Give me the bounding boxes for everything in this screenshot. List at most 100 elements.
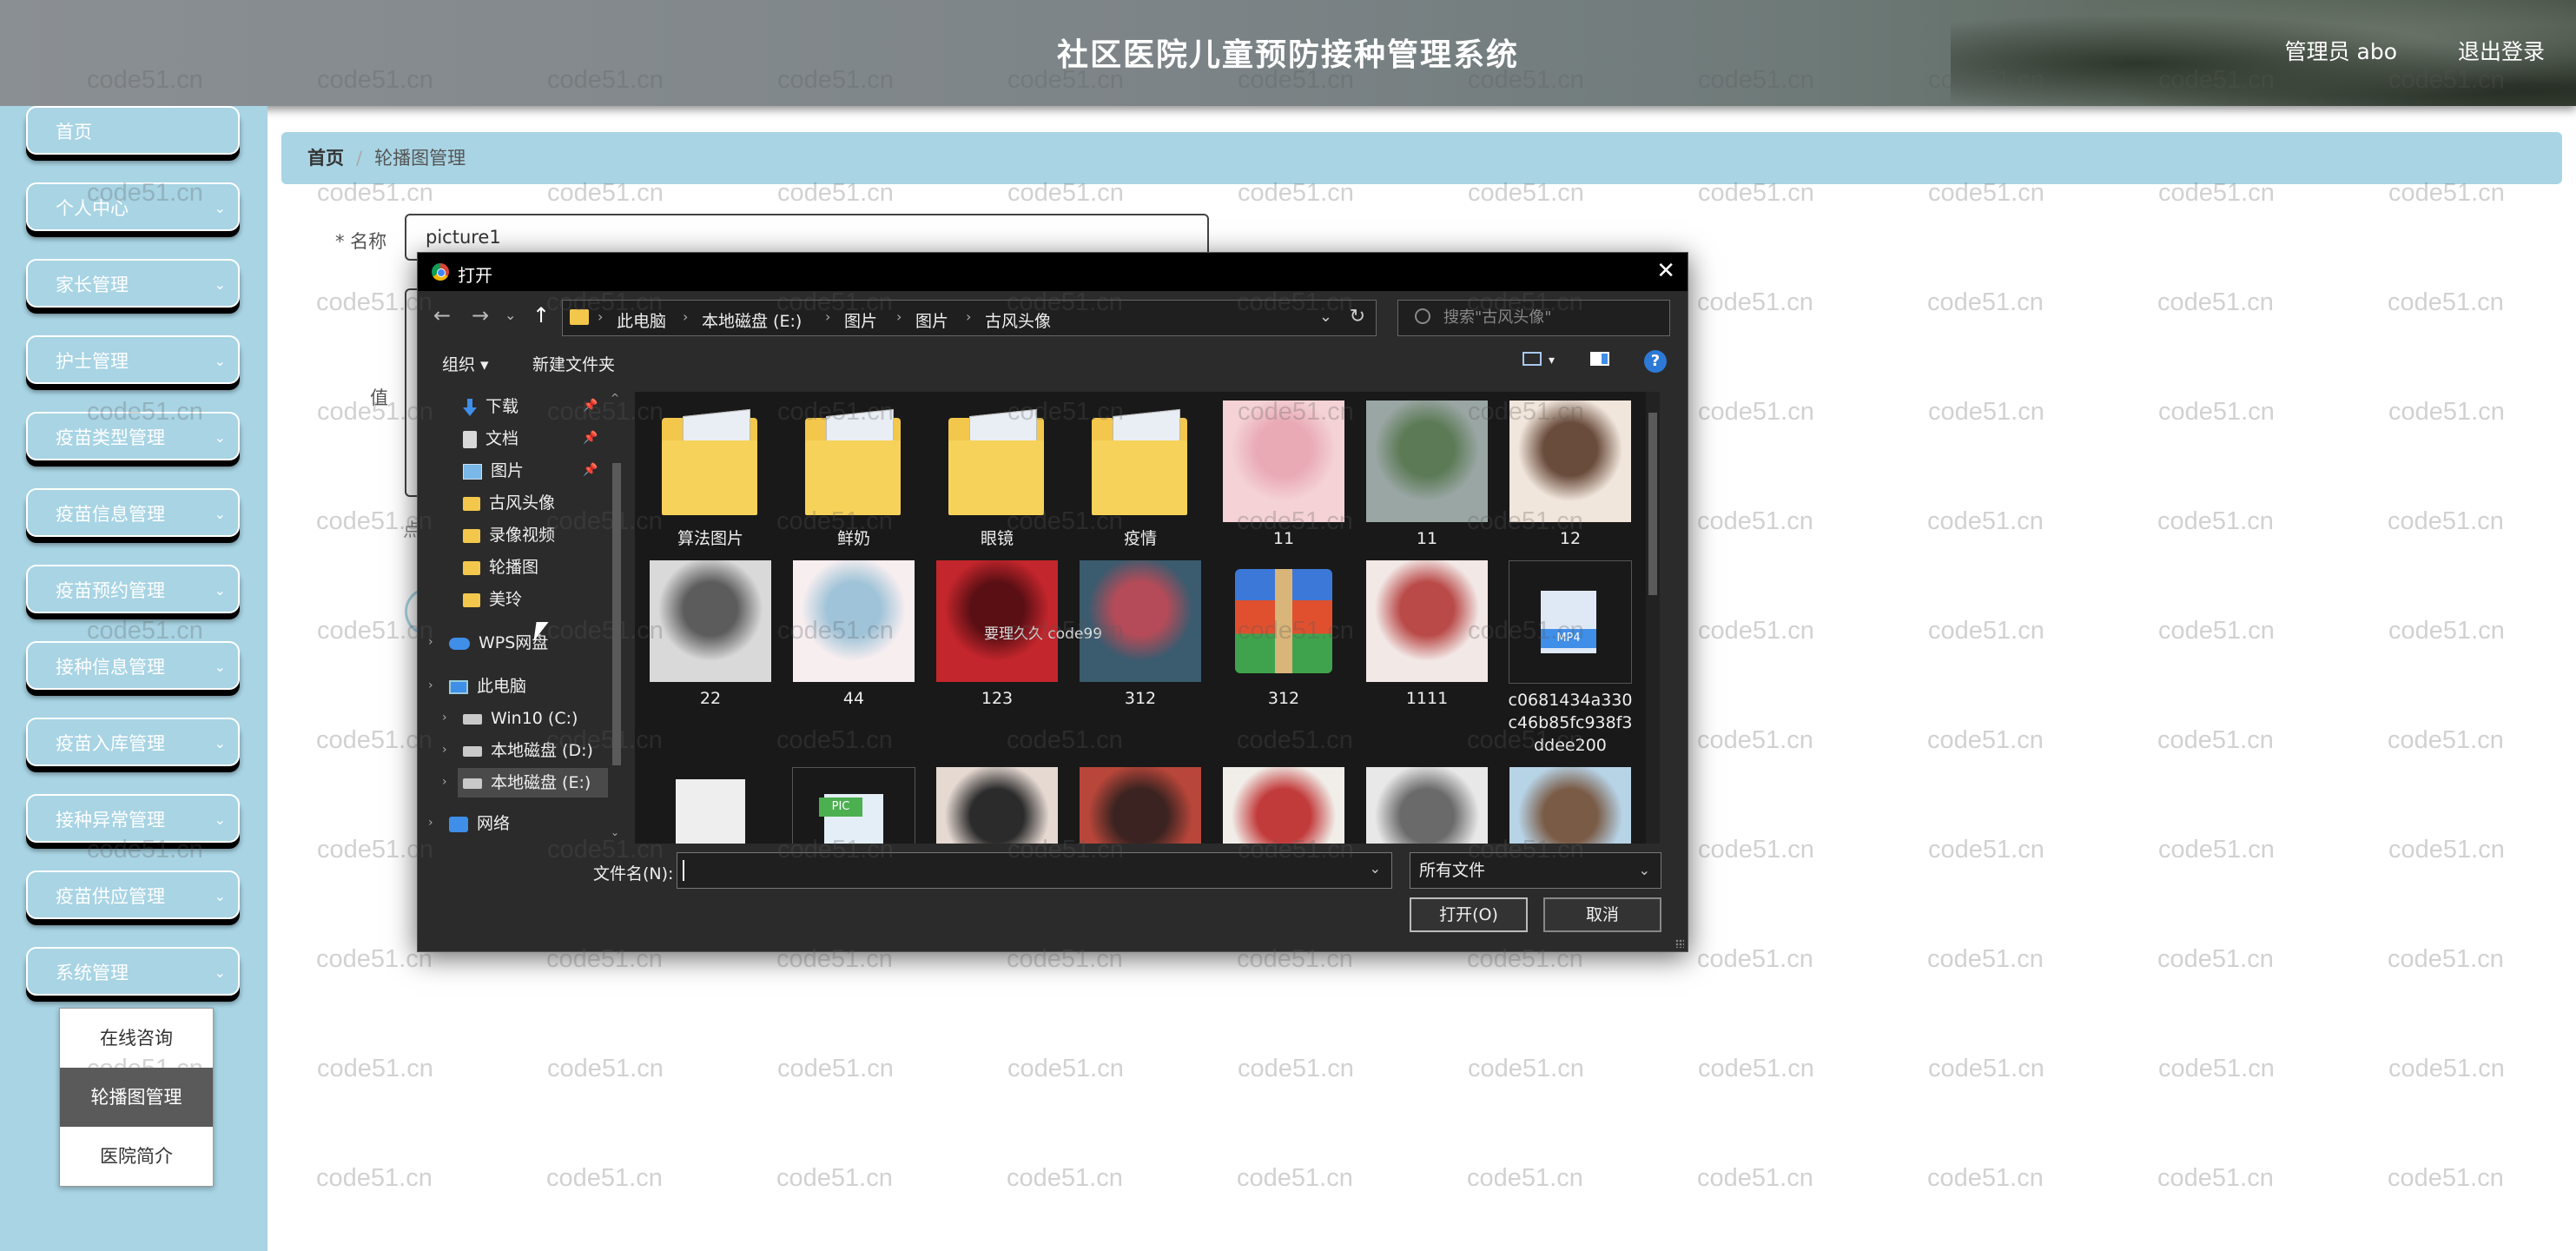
- sidebar-item-vaccination-exception[interactable]: 接种异常管理 ⌄: [26, 794, 240, 843]
- sidebar-item-label: 疫苗预约管理: [56, 580, 165, 601]
- file-item[interactable]: [1075, 767, 1205, 844]
- file-grid-scrollbar[interactable]: [1646, 392, 1660, 844]
- file-item[interactable]: [1362, 767, 1492, 844]
- file-item[interactable]: 算法图片: [645, 400, 776, 550]
- sidebar-item-profile[interactable]: 个人中心 ⌄: [26, 182, 240, 231]
- address-bar[interactable]: › 此电脑 › 本地磁盘 (E:) › 图片 › 图片 › 古风头像 ⌄ ↻: [562, 300, 1377, 336]
- up-arrow-icon[interactable]: ↑: [532, 303, 550, 328]
- tree-item[interactable]: 网络: [444, 809, 527, 838]
- file-item[interactable]: [1505, 767, 1635, 844]
- search-input[interactable]: 搜索"古风头像": [1397, 300, 1670, 336]
- expand-chevron-icon[interactable]: ›: [442, 743, 447, 757]
- sidebar-item-vaccination-info[interactable]: 接种信息管理 ⌄: [26, 641, 240, 690]
- folder-icon: [570, 309, 589, 325]
- preview-pane-icon[interactable]: [1590, 352, 1609, 366]
- tree-item[interactable]: 图片: [458, 456, 541, 486]
- address-crumb-current[interactable]: 古风头像: [985, 308, 1051, 332]
- file-item[interactable]: 312: [1219, 560, 1349, 710]
- tree-item[interactable]: 古风头像: [458, 488, 572, 518]
- submenu-item-carousel[interactable]: 轮播图管理: [60, 1068, 213, 1127]
- sidebar-item-vaccine-info[interactable]: 疫苗信息管理 ⌄: [26, 488, 240, 537]
- pin-icon[interactable]: 📌: [583, 399, 598, 413]
- submenu-item-consult[interactable]: 在线咨询: [60, 1009, 213, 1068]
- sidebar-item-parents[interactable]: 家长管理 ⌄: [26, 259, 240, 308]
- dialog-close-button[interactable]: ✕: [1656, 258, 1675, 284]
- file-item[interactable]: [1219, 767, 1349, 844]
- tree-scroll-down-icon[interactable]: ⌄: [611, 826, 619, 838]
- view-mode-icon[interactable]: [1522, 352, 1542, 366]
- file-item[interactable]: 11: [1219, 400, 1349, 550]
- open-button[interactable]: 打开(O): [1410, 897, 1528, 932]
- image-thumbnail: [650, 560, 771, 682]
- tree-item[interactable]: 文档: [458, 424, 536, 453]
- sidebar-item-vaccine-types[interactable]: 疫苗类型管理 ⌄: [26, 412, 240, 460]
- organize-menu[interactable]: 组织 ▾: [442, 352, 489, 375]
- sidebar-item-system[interactable]: 系统管理 ⌄: [26, 947, 240, 996]
- file-item[interactable]: 疫情: [1075, 400, 1205, 550]
- file-item[interactable]: MP4 c0681434a330c46b85fc938f3ddee200: [1505, 560, 1635, 757]
- tree-scrollbar[interactable]: [611, 406, 623, 835]
- expand-chevron-icon[interactable]: ›: [428, 816, 433, 830]
- tree-item[interactable]: 本地磁盘 (E:): [458, 768, 609, 798]
- file-item[interactable]: [645, 767, 776, 844]
- forward-arrow-icon[interactable]: →: [472, 303, 489, 328]
- new-folder-button[interactable]: 新建文件夹: [532, 352, 615, 375]
- tree-item[interactable]: 轮播图: [458, 553, 556, 582]
- file-item[interactable]: 11: [1362, 400, 1492, 550]
- tree-item[interactable]: 美玲: [458, 585, 539, 614]
- file-item[interactable]: 1111: [1362, 560, 1492, 710]
- file-item[interactable]: PIC: [789, 767, 919, 844]
- file-item[interactable]: 22: [645, 560, 776, 710]
- pin-icon[interactable]: 📌: [583, 431, 598, 445]
- filename-input[interactable]: ⌄: [677, 852, 1392, 889]
- filetype-select[interactable]: 所有文件 ⌄: [1410, 852, 1661, 889]
- file-item[interactable]: 鲜奶: [789, 400, 919, 550]
- address-crumb-pictures-sub[interactable]: 图片: [915, 308, 948, 332]
- tree-item[interactable]: 此电脑: [444, 672, 544, 701]
- logout-link[interactable]: 退出登录: [2458, 35, 2545, 66]
- tree-item[interactable]: 本地磁盘 (D:): [458, 736, 611, 765]
- back-arrow-icon[interactable]: ←: [433, 303, 451, 328]
- tree-scroll-thumb[interactable]: [612, 463, 621, 765]
- address-crumb-drive[interactable]: 本地磁盘 (E:): [702, 308, 802, 332]
- pin-icon[interactable]: 📌: [583, 463, 598, 477]
- tree-item[interactable]: WPS网盘: [444, 628, 565, 658]
- breadcrumb-home[interactable]: 首页: [307, 148, 344, 169]
- file-grid-scroll-thumb[interactable]: [1648, 413, 1657, 595]
- sidebar-item-vaccine-supply[interactable]: 疫苗供应管理 ⌄: [26, 870, 240, 919]
- address-dropdown-icon[interactable]: ⌄: [1319, 308, 1332, 326]
- expand-chevron-icon[interactable]: ›: [442, 775, 447, 789]
- cancel-button[interactable]: 取消: [1543, 897, 1661, 932]
- file-item[interactable]: [932, 767, 1062, 844]
- recent-locations-icon[interactable]: ⌄: [505, 307, 516, 323]
- submenu-item-hospital-intro[interactable]: 医院简介: [60, 1127, 213, 1186]
- image-thumbnail: [936, 767, 1058, 844]
- address-crumb-pc[interactable]: 此电脑: [617, 308, 666, 332]
- view-menu-dropdown[interactable]: ▾: [1549, 354, 1555, 367]
- address-separator: ›: [825, 308, 831, 325]
- value-label: 值: [370, 387, 388, 408]
- sidebar-item-nurses[interactable]: 护士管理 ⌄: [26, 335, 240, 384]
- file-item[interactable]: 44: [789, 560, 919, 710]
- tree-item[interactable]: Win10 (C:): [458, 704, 595, 733]
- sidebar-item-vaccine-booking[interactable]: 疫苗预约管理 ⌄: [26, 565, 240, 613]
- expand-chevron-icon[interactable]: ›: [428, 635, 433, 649]
- sidebar-item-home[interactable]: 首页: [26, 106, 240, 155]
- resize-grip-icon[interactable]: [1675, 939, 1684, 948]
- refresh-icon[interactable]: ↻: [1350, 306, 1365, 328]
- filename-history-dropdown-icon[interactable]: ⌄: [1370, 860, 1381, 877]
- sidebar-item-vaccine-stock[interactable]: 疫苗入库管理 ⌄: [26, 718, 240, 766]
- tree-item-label: 录像视频: [489, 526, 556, 545]
- file-item[interactable]: 眼镜: [932, 400, 1062, 550]
- expand-chevron-icon[interactable]: ›: [428, 678, 433, 692]
- tree-item[interactable]: 录像视频: [458, 520, 572, 550]
- watermark-text: code51.cn: [317, 1055, 433, 1082]
- address-crumb-pictures[interactable]: 图片: [844, 308, 877, 332]
- chevron-down-icon: ⌄: [214, 582, 226, 599]
- watermark-text: code51.cn: [1698, 398, 1814, 426]
- tree-item[interactable]: 下载: [458, 392, 536, 421]
- expand-chevron-icon[interactable]: ›: [442, 711, 447, 725]
- tree-scroll-up-icon[interactable]: ^: [611, 392, 619, 404]
- help-icon[interactable]: ?: [1644, 350, 1667, 373]
- file-item[interactable]: 12: [1505, 400, 1635, 550]
